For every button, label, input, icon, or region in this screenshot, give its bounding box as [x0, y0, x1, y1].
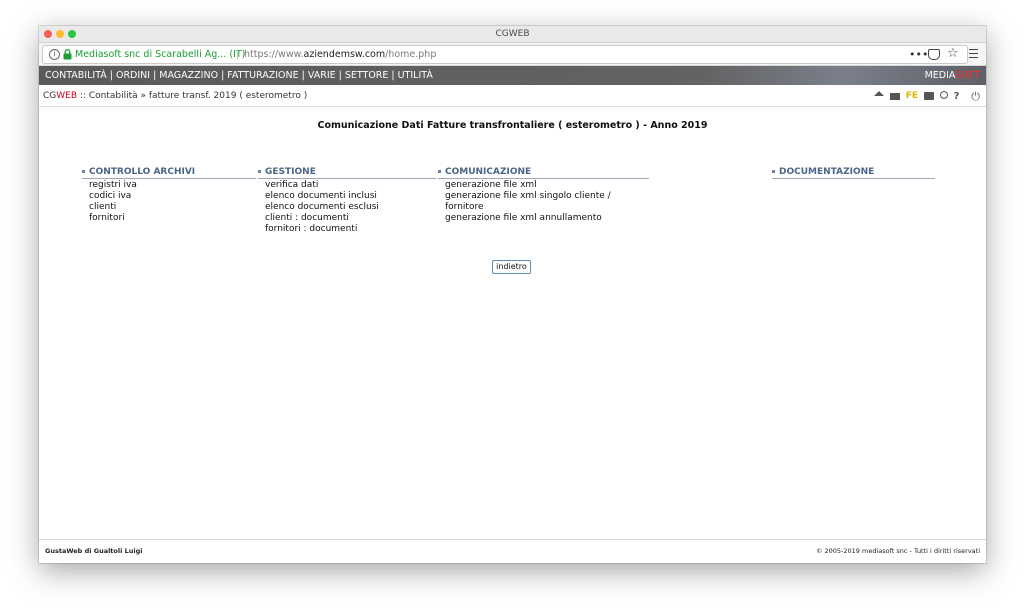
footer: GustaWeb di Gualtoli Luigi © 2005-2019 m…	[39, 539, 986, 562]
menu-ordini[interactable]: ORDINI	[116, 70, 150, 81]
menu-settore[interactable]: SETTORE	[345, 70, 389, 81]
menu-contabilita[interactable]: CONTABILITÀ	[45, 70, 107, 81]
window-title: CGWEB	[495, 29, 530, 39]
menu-magazzino[interactable]: MAGAZZINO	[159, 70, 218, 81]
main-content: Comunicazione Dati Fatture transfrontali…	[39, 107, 986, 539]
minimize-window-button[interactable]	[56, 30, 64, 38]
link-documenti-esclusi[interactable]: elenco documenti esclusi	[265, 202, 436, 213]
navigation-toolbar: i Mediasoft snc di Scarabelli Ag... (IT)…	[39, 43, 986, 66]
menu-varie[interactable]: VARIE	[308, 70, 336, 81]
zoom-window-button[interactable]	[68, 30, 76, 38]
section-title: GESTIONE	[258, 166, 436, 179]
site-identity[interactable]: Mediasoft snc di Scarabelli Ag... (IT)	[75, 46, 245, 63]
address-separator	[237, 49, 238, 60]
home-icon[interactable]	[873, 91, 884, 96]
hamburger-menu-icon[interactable]	[969, 49, 978, 58]
link-verifica-dati[interactable]: verifica dati	[265, 180, 436, 191]
section-title[interactable]: DOCUMENTAZIONE	[772, 166, 935, 179]
fe-icon[interactable]: FE	[906, 91, 918, 102]
toolbar-icons: FE ? ⏻	[871, 91, 980, 102]
menu-utilita[interactable]: UTILITÀ	[398, 70, 433, 81]
app-menubar: CONTABILITÀ | ORDINI | MAGAZZINO | FATTURAZION…	[39, 66, 986, 85]
section-controllo-archivi: CONTROLLO ARCHIVI registri iva codici iv…	[82, 166, 256, 224]
bookmark-star-icon[interactable]: ☆	[947, 45, 959, 62]
browser-window: CGWEB i Mediasoft snc di Scarabelli Ag..…	[39, 26, 986, 563]
link-generazione-xml-singolo[interactable]: generazione file xml singolo cliente / f…	[445, 191, 649, 213]
section-gestione: GESTIONE verifica dati elenco documenti …	[258, 166, 436, 235]
menu-separator: |	[153, 70, 157, 81]
bullet-icon	[438, 170, 441, 173]
app-name-web: WEB	[56, 91, 78, 101]
more-actions-icon[interactable]: •••	[909, 46, 928, 63]
page-title: Comunicazione Dati Fatture transfrontali…	[317, 120, 708, 131]
link-fornitori-documenti[interactable]: fornitori : documenti	[265, 224, 436, 235]
search-icon[interactable]	[939, 91, 948, 99]
close-window-button[interactable]	[44, 30, 52, 38]
app-name-cg: CG	[43, 91, 57, 101]
link-fornitori[interactable]: fornitori	[89, 213, 256, 224]
link-clienti[interactable]: clienti	[89, 202, 256, 213]
menu-separator: |	[391, 70, 395, 81]
url-text[interactable]: https://www.aziendemsw.com/home.php	[244, 46, 436, 63]
lock-icon	[63, 49, 72, 60]
section-documentazione: DOCUMENTAZIONE	[772, 166, 935, 179]
menu-fatturazione[interactable]: FATTURAZIONE	[227, 70, 298, 81]
bullet-icon	[82, 170, 85, 173]
print-icon[interactable]	[923, 92, 934, 100]
section-title: CONTROLLO ARCHIVI	[82, 166, 256, 179]
footer-credit: GustaWeb di Gualtoli Luigi	[45, 547, 143, 555]
bullet-icon	[258, 170, 261, 173]
breadcrumb: CGWEB :: Contabilità » fatture transf. 2…	[43, 86, 307, 106]
pocket-icon[interactable]	[928, 49, 940, 60]
mail-icon[interactable]	[889, 93, 900, 100]
power-icon[interactable]: ⏻	[971, 91, 980, 102]
link-generazione-xml[interactable]: generazione file xml	[445, 180, 649, 191]
footer-copyright: © 2005-2019 mediasoft snc - Tutti i diri…	[815, 547, 980, 555]
menu-separator: |	[109, 70, 113, 81]
address-bar[interactable]: i Mediasoft snc di Scarabelli Ag... (IT)…	[42, 45, 968, 64]
back-button[interactable]: indietro	[492, 260, 531, 274]
mediasoft-logo: MEDIASOFT	[924, 70, 980, 81]
link-generazione-xml-annullamento[interactable]: generazione file xml annullamento	[445, 213, 649, 224]
info-icon[interactable]: i	[49, 49, 60, 60]
breadcrumb-bar: CGWEB :: Contabilità » fatture transf. 2…	[39, 86, 986, 107]
menu-separator: |	[338, 70, 342, 81]
section-title: COMUNICAZIONE	[438, 166, 649, 179]
link-clienti-documenti[interactable]: clienti : documenti	[265, 213, 436, 224]
link-codici-iva[interactable]: codici iva	[89, 191, 256, 202]
link-registri-iva[interactable]: registri iva	[89, 180, 256, 191]
section-comunicazione: COMUNICAZIONE generazione file xml gener…	[438, 166, 649, 224]
bullet-icon	[772, 170, 775, 173]
breadcrumb-path: :: Contabilità » fatture transf. 2019 ( …	[77, 91, 308, 101]
help-icon[interactable]: ?	[954, 91, 960, 102]
menu-items: CONTABILITÀ | ORDINI | MAGAZZINO | FATTURAZION…	[45, 66, 433, 85]
menu-separator: |	[301, 70, 305, 81]
title-bar: CGWEB	[39, 26, 986, 43]
menu-separator: |	[221, 70, 225, 81]
link-documenti-inclusi[interactable]: elenco documenti inclusi	[265, 191, 436, 202]
